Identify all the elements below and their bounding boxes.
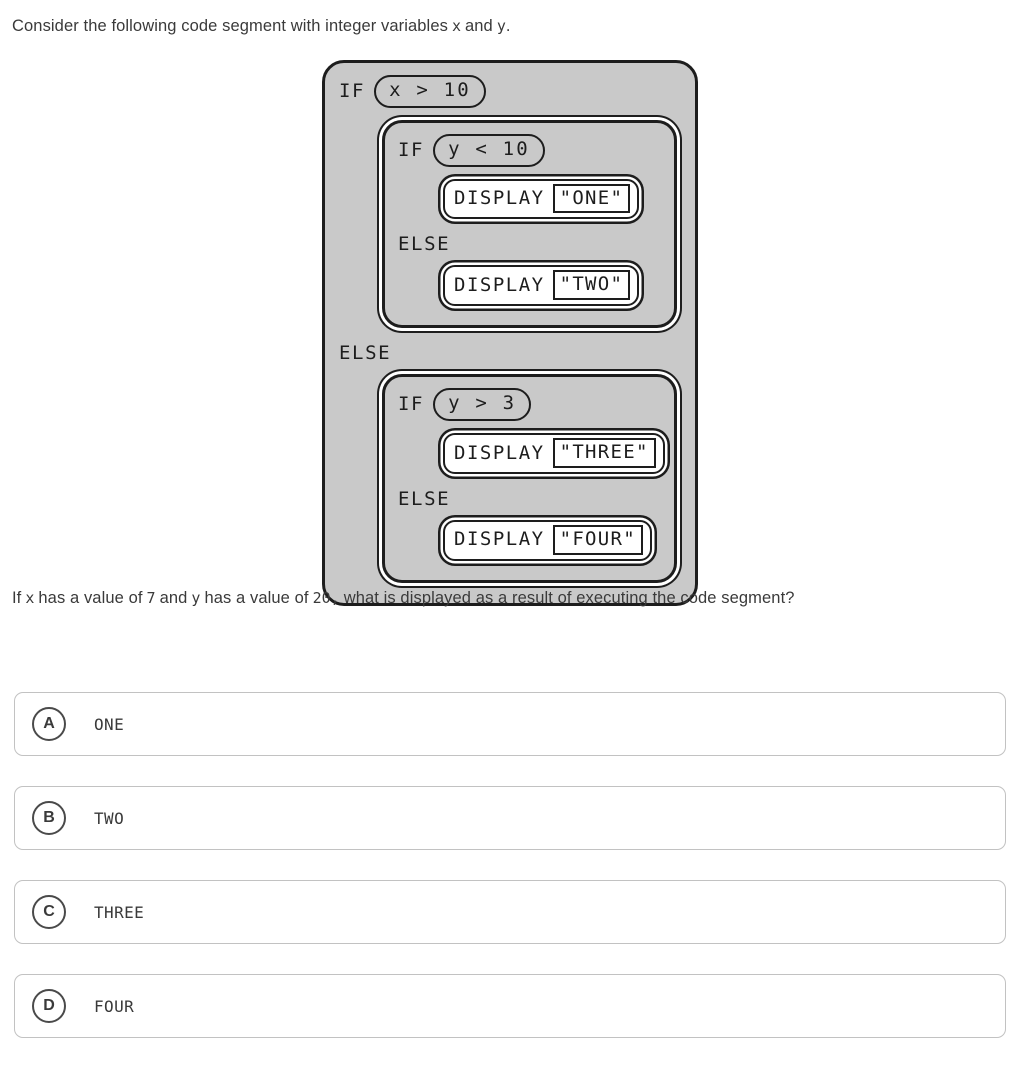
choice-label-d: FOUR — [94, 996, 135, 1016]
outer-if-block: IF x > 10 IF y < 10 DISPLAY "ONE" ELSE D… — [322, 60, 698, 606]
choice-badge-c: C — [32, 895, 66, 929]
intro-paragraph: Consider the following code segment with… — [12, 13, 1012, 40]
display-statement-three: DISPLAY "THREE" — [443, 433, 665, 474]
question-mid-text-1: has a value of — [38, 589, 143, 607]
question-x-value: 7 — [146, 589, 156, 607]
inner-if-condition-2: y > 3 — [433, 388, 532, 422]
choice-label-c: THREE — [94, 902, 145, 922]
display-statement-one: DISPLAY "ONE" — [443, 178, 640, 220]
intro-period: . — [505, 17, 511, 35]
display-value-three: "THREE" — [552, 438, 656, 468]
answer-choice-c[interactable]: C THREE — [14, 880, 1006, 944]
inner-else-header-2: ELSE — [396, 483, 664, 511]
choice-label-a: ONE — [94, 714, 125, 734]
question-paragraph: If x has a value of 7 and y has a value of 20, w… — [12, 585, 972, 612]
intro-text-before: Consider the following code segment with… — [12, 17, 448, 35]
display-value-one: "ONE" — [552, 183, 631, 214]
display-statement-four: DISPLAY "FOUR" — [443, 519, 653, 561]
question-mid-text-2: has a value of — [204, 589, 309, 607]
outer-if-condition: x > 10 — [374, 75, 486, 108]
code-segment-diagram: IF x > 10 IF y < 10 DISPLAY "ONE" ELSE D… — [322, 60, 698, 606]
inner-if-header-2: IF y > 3 — [396, 383, 664, 424]
answer-choice-list: A ONE B TWO C THREE D FOUR — [14, 692, 1006, 1068]
inner-if-keyword-2: IF — [398, 393, 425, 416]
display-statement-two: DISPLAY "TWO" — [443, 265, 640, 307]
outer-else-keyword: ELSE — [339, 342, 392, 365]
choice-badge-b: B — [32, 801, 66, 835]
intro-variable-x: x — [451, 17, 461, 35]
answer-choice-a[interactable]: A ONE — [14, 692, 1006, 756]
outer-if-then-block: IF y < 10 DISPLAY "ONE" ELSE DISPLAY "TW… — [382, 119, 677, 329]
display-keyword-four: DISPLAY — [454, 528, 545, 551]
choice-badge-d: D — [32, 989, 66, 1023]
question-variable-y: y — [191, 589, 201, 607]
question-if-word: If — [12, 589, 22, 607]
inner-if-header-1: IF y < 10 — [396, 129, 664, 170]
display-keyword-two: DISPLAY — [454, 273, 545, 296]
outer-if-else-block: IF y > 3 DISPLAY "THREE" ELSE DISPLAY "F… — [382, 374, 677, 583]
outer-if-keyword: IF — [339, 79, 366, 102]
inner-else-keyword-1: ELSE — [398, 233, 451, 256]
intro-variable-y: y — [496, 17, 506, 35]
choice-badge-a: A — [32, 707, 66, 741]
intro-conjunction: and — [464, 17, 493, 35]
display-value-two: "TWO" — [552, 270, 631, 301]
outer-else-header: ELSE — [337, 337, 685, 365]
outer-if-header: IF x > 10 — [337, 70, 685, 111]
display-value-four: "FOUR" — [552, 524, 644, 555]
inner-if-keyword-1: IF — [398, 138, 425, 161]
answer-choice-d[interactable]: D FOUR — [14, 974, 1006, 1038]
display-keyword-one: DISPLAY — [454, 187, 545, 210]
question-y-value: 20, — [312, 589, 340, 607]
question-conjunction: and — [159, 589, 188, 607]
inner-else-keyword-2: ELSE — [398, 487, 451, 510]
question-tail-text: what is displayed as a result of executi… — [343, 589, 795, 607]
answer-choice-b[interactable]: B TWO — [14, 786, 1006, 850]
inner-else-header-1: ELSE — [396, 228, 664, 256]
display-keyword-three: DISPLAY — [454, 441, 545, 464]
choice-label-b: TWO — [94, 808, 125, 828]
question-variable-x: x — [25, 589, 35, 607]
inner-if-condition-1: y < 10 — [433, 133, 545, 167]
